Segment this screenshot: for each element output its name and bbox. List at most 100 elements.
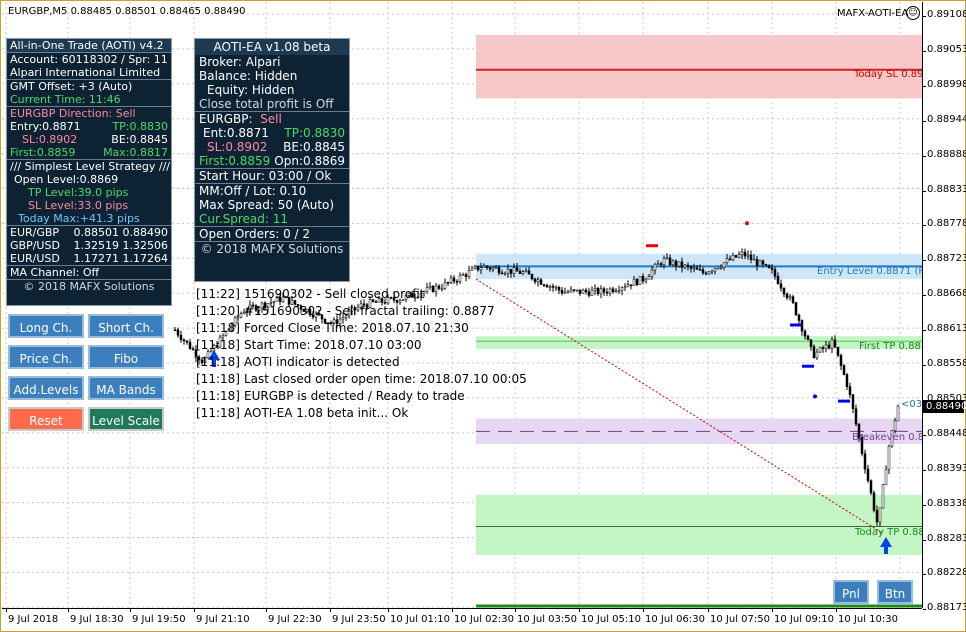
pairs-table: EUR/GBP 0.88501 0.88490 GBP/USD 1.32519 1.… (7, 226, 171, 266)
candle-body (770, 267, 774, 270)
candle-body (794, 302, 798, 316)
log-message: AOTI indicator is detected (244, 355, 400, 369)
candle-body (896, 405, 900, 422)
candle-body (674, 260, 678, 267)
candle-body (686, 264, 690, 267)
first-value: First:0.8859 (10, 146, 76, 159)
log-message: Last closed order open time: 2018.07.10 … (244, 372, 527, 386)
candle-body (599, 288, 603, 295)
time-tick (515, 609, 516, 612)
pair-bid: 1.32519 (73, 239, 120, 252)
pnl-button[interactable]: Pnl (833, 580, 869, 604)
log-line: [11:18] Last closed order open time: 2018… (196, 371, 527, 388)
log-message: #151690302 - Sell fractal trailing: 0.88… (244, 304, 495, 318)
candle-body (884, 469, 888, 486)
time-label: 9 Jul 21:10 (196, 614, 250, 625)
candle-body (725, 258, 729, 263)
price-tick (923, 260, 926, 262)
candle-body (752, 258, 756, 261)
time-axis[interactable]: 9 Jul 2018 9 Jul 18:30 9 Jul 19:50 9 Jul 21… (2, 608, 922, 631)
time-label: 10 Jul 02:30 (454, 614, 514, 625)
candle-body (728, 258, 732, 261)
log-line: [11:18] AOTI indicator is detected (196, 354, 527, 371)
price-channel-button[interactable]: Price Ch. (8, 345, 84, 369)
candle-body (449, 277, 453, 283)
candle-body (863, 453, 867, 470)
candle-body (692, 267, 696, 270)
price-tick (923, 330, 926, 332)
candle-body (653, 264, 657, 271)
ea-ent: Ent:0.8871 (203, 126, 269, 140)
log-line: [11:20] #151690302 - Sell fractal trailin… (196, 303, 527, 320)
first-tp-label: First TP 0.88 (859, 341, 921, 352)
long-channel-button[interactable]: Long Ch. (8, 314, 84, 338)
ea-balance: Balance: Hidden (199, 69, 298, 83)
candle-body (572, 289, 576, 291)
candle-body (704, 272, 708, 275)
candle-body (746, 254, 750, 257)
candle-body (545, 285, 549, 288)
candle-body (785, 293, 789, 299)
price-tick (923, 225, 926, 227)
candle-body (446, 281, 450, 284)
price-tick (923, 539, 926, 541)
fibo-button[interactable]: Fibo (88, 345, 164, 369)
pair-bid: 0.88501 (73, 226, 120, 239)
candle-body (764, 263, 768, 266)
price-label: 0.88888 (927, 148, 966, 160)
price-label: 0.88393 (927, 462, 966, 474)
candle-body (560, 289, 564, 294)
price-label: 0.88998 (927, 78, 966, 90)
candle-body (689, 266, 693, 269)
time-tick (130, 609, 131, 612)
ea-open-orders: Open Orders: 0 / 2 (199, 227, 311, 241)
direction: EURGBP Direction: Sell (10, 107, 136, 120)
sell-dot (745, 221, 749, 226)
reset-button[interactable]: Reset (8, 407, 84, 431)
candle-body (479, 267, 483, 271)
candle-body (665, 257, 669, 260)
candle-body (521, 271, 525, 275)
candle-body (512, 267, 516, 274)
candle-body (641, 276, 645, 282)
candle-body (656, 263, 660, 265)
candle-body (755, 258, 759, 266)
candle-body (833, 339, 837, 348)
price-tag-label: <03 (901, 399, 922, 410)
pair-name: EUR/GBP (10, 226, 60, 239)
time-label: 9 Jul 2018 (8, 614, 59, 625)
tp-value: TP:0.8830 (112, 120, 168, 133)
price-label: 0.89053 (927, 43, 966, 55)
candle-body (701, 269, 705, 274)
price-tick (923, 365, 926, 366)
log-line: [11:18] EURGBP is detected / Ready to tra… (196, 388, 527, 405)
btn-button[interactable]: Btn (877, 580, 913, 604)
ma-bands-button[interactable]: MA Bands (88, 376, 164, 400)
ea-cur-spread: Cur.Spread: 11 (199, 212, 289, 226)
candle-body (623, 286, 627, 289)
candle-body (722, 262, 726, 268)
price-axis[interactable]: 0.89108 0.89053 0.88998 0.88944 0.88888 0.888… (922, 2, 966, 613)
candle-body (677, 261, 681, 267)
candle-body (668, 257, 672, 266)
level-scale-button[interactable]: Level Scale (88, 407, 164, 431)
candle-body (179, 334, 183, 341)
candle-body (587, 291, 591, 296)
ea-copyright: © 2018 MAFX Solutions (200, 242, 344, 256)
candle-body (740, 251, 744, 255)
smiley-face-icon[interactable]: ☺ (906, 6, 920, 20)
candle-body (473, 266, 477, 269)
candle-body (524, 270, 528, 273)
price-label: 0.88723 (927, 253, 966, 265)
short-channel-button[interactable]: Short Ch. (88, 314, 164, 338)
ea-status-panel: AOTI-EA v1.08 beta Broker: Alpari Balanc… (194, 38, 350, 282)
price-label: 0.88778 (927, 218, 966, 230)
price-chart[interactable]: EURGBP,M5 0.88485 0.88501 0.88465 0.8849… (2, 2, 922, 608)
candle-body (812, 346, 816, 359)
add-levels-button[interactable]: Add.Levels (8, 376, 84, 400)
candle-body (605, 291, 609, 294)
buy-dot (813, 394, 817, 399)
candle-body (536, 279, 540, 283)
time-label: 10 Jul 10:30 (838, 614, 898, 625)
candle-body (824, 344, 828, 350)
